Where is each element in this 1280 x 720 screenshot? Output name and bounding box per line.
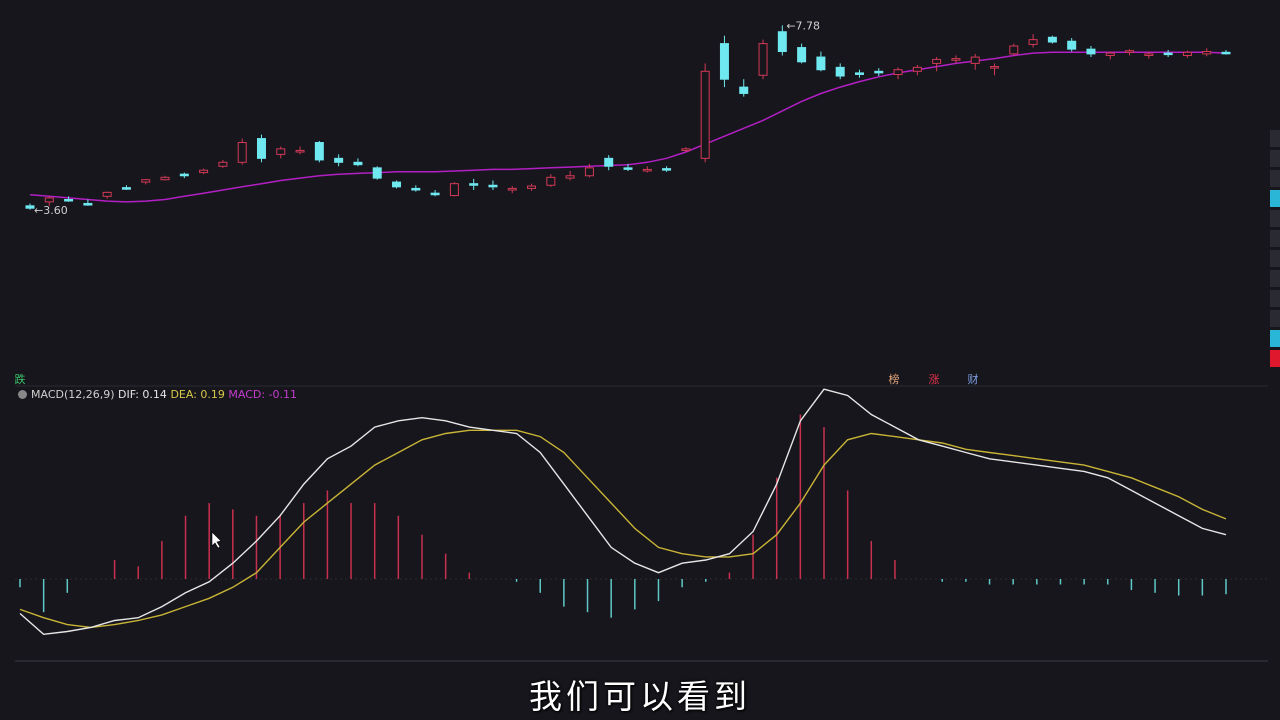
candle-body [449, 183, 459, 197]
candle-body [893, 69, 903, 75]
candle-body [218, 161, 228, 167]
candle-body [64, 198, 74, 202]
candle-body [970, 56, 980, 64]
candle-body [430, 192, 440, 196]
triangle-icon[interactable] [1270, 150, 1280, 167]
candle-body [1105, 52, 1115, 56]
event-marker: 财 [968, 372, 979, 386]
candle-body [102, 191, 112, 197]
color-blue-icon[interactable] [1270, 330, 1280, 347]
candle-body [1221, 51, 1231, 55]
candle-body [642, 168, 652, 172]
dea-value: DEA: 0.19 [170, 388, 225, 401]
candle-body [797, 47, 807, 63]
video-subtitle: 我们可以看到 [529, 677, 751, 716]
candle-body [912, 66, 922, 72]
candle-body [372, 167, 382, 179]
candle-body [1028, 39, 1038, 45]
event-marker: 跌 [15, 372, 26, 386]
candle-body [44, 197, 54, 203]
macd-legend: MACD(12,26,9) DIF: 0.14 DEA: 0.19 MACD: … [18, 388, 297, 401]
candle-body [237, 142, 247, 163]
candle-body [256, 138, 266, 159]
candle-body [488, 184, 498, 188]
ma-line [29, 51, 1227, 203]
drawing-toolbar [1270, 130, 1280, 420]
candle-body [121, 187, 131, 190]
candle-body [604, 157, 614, 167]
mouse-cursor [211, 531, 222, 549]
candle-body [854, 72, 864, 75]
candle-body [739, 86, 749, 94]
event-marker: 涨 [929, 373, 940, 386]
candle-body [199, 169, 209, 174]
trash-icon[interactable] [1270, 250, 1280, 267]
candle-body [623, 167, 633, 170]
candle-body [719, 43, 729, 80]
candle-body [160, 176, 170, 181]
candle-body [411, 187, 421, 191]
back-icon[interactable] [1270, 230, 1280, 247]
max-price-label: ←7.78 [786, 19, 820, 32]
candle-body [527, 185, 537, 189]
candle-body [565, 175, 575, 179]
eye-blue-icon[interactable] [1270, 190, 1280, 207]
candle-body [469, 183, 479, 186]
candle-body [507, 187, 517, 191]
candle-body [1144, 53, 1154, 56]
candle-body [295, 149, 305, 153]
candle-body [584, 167, 594, 177]
dif-value: DIF: 0.14 [118, 388, 167, 401]
candle-body [1163, 52, 1173, 56]
eye-icon[interactable] [1270, 130, 1280, 147]
min-price-label: ←3.60 [34, 204, 68, 217]
candle-body [1067, 40, 1077, 50]
tag2-icon[interactable] [1270, 210, 1280, 227]
dif-line [19, 388, 1227, 636]
candle-body [816, 56, 826, 71]
candle-body [835, 66, 845, 77]
candle-body [392, 181, 402, 188]
stamp-icon[interactable] [1270, 270, 1280, 287]
candle-body [353, 161, 363, 166]
candle-body [990, 66, 1000, 69]
stock-chart: ←7.78 ←3.60 跌 榜 涨 财 [15, 19, 1268, 662]
candle-body [758, 43, 768, 76]
candle-body [314, 142, 324, 161]
event-marker: 榜 [889, 372, 900, 386]
macd-name: MACD(12,26,9) [31, 388, 115, 401]
candle-body [546, 176, 556, 186]
candle-body [1182, 51, 1192, 56]
candle-body [951, 58, 961, 61]
candle-body [1125, 50, 1135, 53]
candle-body [141, 179, 151, 183]
candle-body [1047, 36, 1057, 43]
candle-body [681, 148, 691, 151]
candle-body [334, 157, 344, 163]
candle-body [1202, 51, 1212, 55]
camera-icon[interactable] [1270, 290, 1280, 307]
candle-body [83, 202, 93, 206]
candle-body [874, 70, 884, 74]
tag-icon[interactable] [1270, 170, 1280, 187]
candle-body [777, 31, 787, 53]
candle-body [179, 173, 189, 177]
candle-body [700, 70, 710, 159]
indicator-settings-icon[interactable] [18, 390, 27, 399]
candle-body [25, 205, 35, 209]
macd-value: MACD: -0.11 [228, 388, 298, 401]
candle-body [1009, 45, 1019, 55]
candle-body [1086, 48, 1096, 55]
candle-body [276, 148, 286, 155]
candle-body [662, 168, 672, 171]
doc-icon[interactable] [1270, 310, 1280, 327]
color-red-icon[interactable] [1270, 350, 1280, 367]
candle-body [932, 58, 942, 64]
dea-line [19, 429, 1227, 629]
